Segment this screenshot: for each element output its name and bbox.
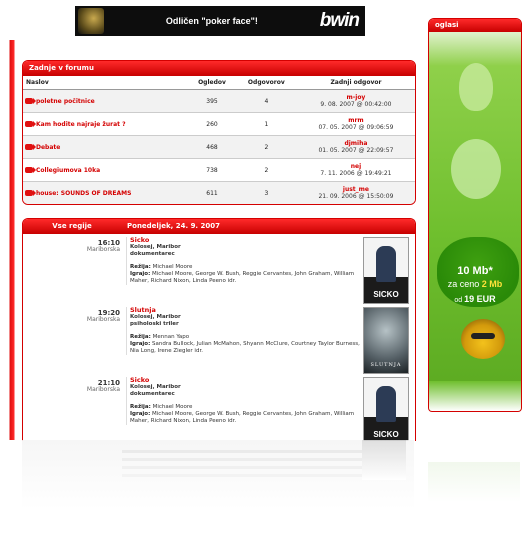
forum-table: Naslov Ogledov Odgovorov Zadnji odgovor … — [23, 76, 415, 204]
poster-title: SICKO — [373, 430, 399, 439]
ad-reflection — [428, 462, 520, 502]
cast-line: Igrajo: Sandra Bullock, Julian McMahon, … — [130, 341, 360, 354]
replies-cell: 2 — [235, 158, 297, 182]
film-title-link[interactable]: Sicko — [130, 377, 365, 384]
page-reflection — [22, 440, 414, 510]
genre: dokumentarec — [130, 391, 175, 397]
col-views: Ogledov — [188, 76, 236, 90]
reply-date: 01. 05. 2007 @ 22:09:57 — [318, 147, 394, 154]
table-row: Debate 468 2 djmiha 01. 05. 2007 @ 22:09:… — [23, 135, 415, 159]
venue: Kolosej, Maribor — [130, 244, 181, 250]
reply-user-link[interactable]: nej — [299, 163, 413, 170]
banner-text: Odličen "poker face"! — [165, 16, 258, 26]
replies-cell: 2 — [235, 135, 297, 159]
col-replies: Odgovorov — [235, 76, 297, 90]
reply-date: 7. 11. 2006 @ 19:49:21 — [320, 170, 392, 177]
last-reply-cell: djmiha 01. 05. 2007 @ 22:09:57 — [296, 135, 415, 159]
film-info: Sicko Kolosej, Maribor dokumentarec Reži… — [126, 237, 365, 285]
thread-link[interactable]: poletne počitnice — [36, 98, 95, 105]
forum-box: Zadnje v forumu Naslov Ogledov Odgovorov… — [22, 60, 416, 205]
reply-date: 21. 09. 2006 @ 15:50:09 — [318, 193, 394, 200]
ad-price-line: za ceno 2 Mb — [447, 279, 503, 289]
ad-cost-line: od 19 EUR — [454, 294, 496, 304]
col-last-reply: Zadnji odgovor — [296, 76, 415, 90]
region-label: Mariborska — [86, 316, 120, 323]
forum-table-header: Naslov Ogledov Odgovorov Zadnji odgovor — [23, 76, 415, 90]
director-line: Režija: Mennan Yapo — [130, 334, 190, 340]
cast-line: Igrajo: Michael Moore, George W. Bush, R… — [130, 411, 355, 424]
film-info: Slutnja Kolosej, Maribor psiholoski tril… — [126, 307, 365, 355]
col-title: Naslov — [23, 76, 189, 90]
last-reply-cell: nej 7. 11. 2006 @ 19:49:21 — [296, 158, 415, 182]
table-row: Collegiumova 10ka 738 2 nej 7. 11. 2006 @… — [23, 158, 415, 182]
last-reply-cell: mrm 07. 05. 2007 @ 09:06:59 — [296, 112, 415, 136]
table-row: house: SOUNDS OF DREAMS 611 3 just_me 21.… — [23, 181, 415, 204]
schedule-date: Ponedeljek, 24. 9. 2007 — [127, 222, 221, 230]
views-cell: 260 — [188, 112, 236, 136]
poker-player-icon — [78, 8, 104, 34]
showtime-entry: 16:10 Mariborska Sicko Kolosej, Maribor … — [23, 237, 415, 305]
replies-cell: 4 — [235, 89, 297, 113]
tree-icon — [451, 139, 501, 199]
thread-link[interactable]: Debate — [36, 144, 60, 151]
thread-link[interactable]: house: SOUNDS OF DREAMS — [36, 190, 131, 197]
cast-line: Igrajo: Michael Moore, George W. Bush, R… — [130, 271, 355, 284]
reply-date: 07. 05. 2007 @ 09:06:59 — [318, 124, 394, 131]
forum-header: Zadnje v forumu — [23, 61, 415, 76]
film-title-link[interactable]: Slutnja — [130, 307, 365, 314]
replies-cell: 1 — [235, 112, 297, 136]
table-row: poletne počitnice 395 4 m-joy 9. 08. 2007… — [23, 89, 415, 113]
arrow-icon — [25, 144, 36, 150]
thread-link[interactable]: Kam hodite najraje žurat ? — [36, 121, 126, 128]
last-reply-cell: m-joy 9. 08. 2007 @ 00:42:00 — [296, 89, 415, 113]
thread-link[interactable]: Collegiumova 10ka — [36, 167, 100, 174]
cinema-header: Vse regije Ponedeljek, 24. 9. 2007 — [23, 219, 415, 234]
region-label: Mariborska — [86, 386, 120, 393]
pear-icon — [459, 63, 493, 111]
region-tab[interactable]: Vse regije — [23, 222, 121, 231]
poster-title: SLUTNJA — [370, 362, 402, 368]
arrow-icon — [25, 98, 36, 104]
poster-title: SICKO — [373, 290, 399, 299]
reply-user-link[interactable]: mrm — [299, 117, 413, 124]
reply-user-link[interactable]: djmiha — [299, 140, 413, 147]
views-cell: 611 — [188, 181, 236, 204]
bwin-banner[interactable]: Odličen "poker face"! bwin — [75, 6, 365, 36]
views-cell: 738 — [188, 158, 236, 182]
reply-user-link[interactable]: m-joy — [299, 94, 413, 101]
showtime-entry: 21:10 Mariborska Sicko Kolosej, Maribor … — [23, 377, 415, 441]
last-reply-cell: just_me 21. 09. 2006 @ 15:50:09 — [296, 181, 415, 204]
venue: Kolosej, Maribor — [130, 314, 181, 320]
ad-box[interactable]: oglasi 10 Mb* za ceno 2 Mb od 19 EUR — [428, 18, 522, 412]
director-line: Režija: Michael Moore — [130, 264, 193, 270]
region-label: Mariborska — [86, 246, 120, 253]
ad-speed: 10 Mb* — [457, 265, 493, 277]
ad-header: oglasi — [429, 19, 521, 32]
left-red-edge — [0, 40, 18, 440]
reply-date: 9. 08. 2007 @ 00:42:00 — [320, 101, 392, 108]
reply-user-link[interactable]: just_me — [299, 186, 413, 193]
table-row: Kam hodite najraje žurat ? 260 1 mrm 07. … — [23, 112, 415, 136]
views-cell: 395 — [188, 89, 236, 113]
film-poster[interactable]: SLUTNJA — [363, 307, 409, 374]
showtime-entry: 19:20 Mariborska Slutnja Kolosej, Maribo… — [23, 307, 415, 375]
film-poster[interactable]: SICKO — [363, 377, 409, 441]
replies-cell: 3 — [235, 181, 297, 204]
film-info: Sicko Kolosej, Maribor dokumentarec Reži… — [126, 377, 365, 425]
cinema-box: Vse regije Ponedeljek, 24. 9. 2007 16:10… — [22, 218, 416, 441]
arrow-icon — [25, 190, 36, 196]
film-title-link[interactable]: Sicko — [130, 237, 365, 244]
genre: psiholoski triler — [130, 321, 179, 327]
genre: dokumentarec — [130, 251, 175, 257]
hedgehog-icon — [461, 319, 505, 359]
arrow-icon — [25, 167, 36, 173]
film-poster[interactable]: SICKO — [363, 237, 409, 304]
arrow-icon — [25, 121, 36, 127]
bwin-logo: bwin — [319, 10, 360, 31]
views-cell: 468 — [188, 135, 236, 159]
venue: Kolosej, Maribor — [130, 384, 181, 390]
director-line: Režija: Michael Moore — [130, 404, 193, 410]
